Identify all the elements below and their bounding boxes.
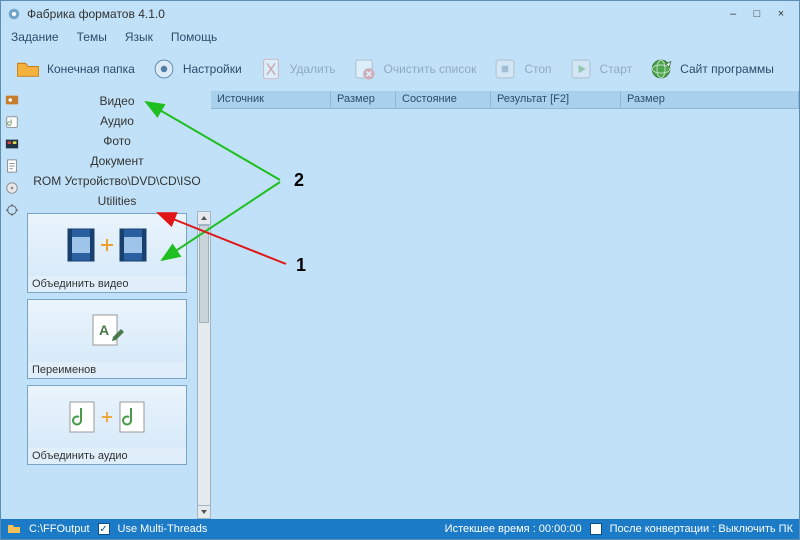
util-rename[interactable]: A Переименов <box>27 299 187 379</box>
delete-button[interactable]: Удалить <box>250 52 344 86</box>
delete-icon <box>258 56 284 82</box>
annotation-1: 1 <box>296 255 306 276</box>
svg-text:A: A <box>99 322 109 338</box>
col-result[interactable]: Результат [F2] <box>491 91 621 109</box>
col-source[interactable]: Источник <box>211 91 331 109</box>
multithreads-checkbox[interactable]: ✓ <box>98 523 110 535</box>
category-list: Видео Аудио Фото Документ ROM Устройство… <box>23 91 211 211</box>
body: Видео Аудио Фото Документ ROM Устройство… <box>1 91 799 519</box>
minimize-button[interactable]: – <box>721 5 745 23</box>
annotation-2: 2 <box>294 170 304 191</box>
category-utilities[interactable]: Utilities <box>23 191 211 211</box>
audio-icon[interactable] <box>5 115 19 129</box>
menu-language[interactable]: Язык <box>125 30 153 44</box>
filmstrip-icon <box>66 227 96 263</box>
folder-icon <box>15 56 41 82</box>
window-title: Фабрика форматов 4.1.0 <box>27 7 721 21</box>
settings-label: Настройки <box>183 62 242 76</box>
stop-label: Стоп <box>524 62 551 76</box>
document-icon[interactable] <box>5 159 19 173</box>
utilities-icon[interactable] <box>5 203 19 217</box>
toolbar: Конечная папка Настройки Удалить Очистит… <box>1 47 799 91</box>
website-label: Сайт программы <box>680 62 774 76</box>
start-label: Старт <box>600 62 633 76</box>
output-folder-label: Конечная папка <box>47 62 135 76</box>
filmstrip-icon <box>118 227 148 263</box>
output-folder-button[interactable]: Конечная папка <box>7 52 143 86</box>
app-window: Фабрика форматов 4.1.0 – □ × Задание Тем… <box>0 0 800 540</box>
clear-list-label: Очистить список <box>383 62 476 76</box>
afterconv-checkbox[interactable]: ✓ <box>590 523 602 535</box>
clear-list-icon <box>351 56 377 82</box>
audio-file-icon <box>117 400 147 434</box>
rename-icon: A <box>87 311 127 351</box>
gear-icon <box>151 56 177 82</box>
audio-file-icon <box>67 400 97 434</box>
video-icon[interactable] <box>5 93 19 107</box>
category-video[interactable]: Видео <box>23 91 211 111</box>
util-join-audio-label: Объединить аудио <box>28 448 186 464</box>
statusbar: C:\FFOutput ✓ Use Multi-Threads Истекшее… <box>1 519 799 539</box>
maximize-button[interactable]: □ <box>745 5 769 23</box>
globe-icon <box>648 56 674 82</box>
util-rename-label: Переименов <box>28 362 186 378</box>
elapsed-time: Истекшее время : 00:00:00 <box>445 523 582 535</box>
sidebar: Видео Аудио Фото Документ ROM Устройство… <box>23 91 211 519</box>
col-size1[interactable]: Размер <box>331 91 396 109</box>
disc-icon[interactable] <box>5 181 19 195</box>
col-size2[interactable]: Размер <box>621 91 799 109</box>
util-join-video[interactable]: Объединить видео <box>27 213 187 293</box>
col-state[interactable]: Состояние <box>396 91 491 109</box>
app-icon <box>7 7 21 21</box>
util-join-audio[interactable]: Объединить аудио <box>27 385 187 465</box>
clear-list-button[interactable]: Очистить список <box>343 52 484 86</box>
utility-thumbnails: Объединить видео A Переименов Объединить… <box>23 211 211 519</box>
settings-button[interactable]: Настройки <box>143 52 250 86</box>
start-button[interactable]: Старт <box>560 52 641 86</box>
menubar: Задание Темы Язык Помощь <box>1 27 799 47</box>
scrollbar-track[interactable] <box>197 225 211 505</box>
category-rom[interactable]: ROM Устройство\DVD\CD\ISO <box>23 171 211 191</box>
scrollbar-thumb[interactable] <box>199 225 209 323</box>
menu-themes[interactable]: Темы <box>77 30 107 44</box>
menu-task[interactable]: Задание <box>11 30 59 44</box>
afterconv-label: После конвертации : Выключить ПК <box>610 523 793 535</box>
website-button[interactable]: Сайт программы <box>640 52 782 86</box>
category-iconbar <box>1 91 23 519</box>
category-photo[interactable]: Фото <box>23 131 211 151</box>
titlebar: Фабрика форматов 4.1.0 – □ × <box>1 1 799 27</box>
photo-icon[interactable] <box>5 137 19 151</box>
category-document[interactable]: Документ <box>23 151 211 171</box>
folder-small-icon <box>7 522 21 537</box>
output-path[interactable]: C:\FFOutput <box>29 523 90 535</box>
delete-label: Удалить <box>290 62 336 76</box>
util-join-video-label: Объединить видео <box>28 276 186 292</box>
stop-button[interactable]: Стоп <box>484 52 559 86</box>
menu-help[interactable]: Помощь <box>171 30 217 44</box>
column-headers: Источник Размер Состояние Результат [F2]… <box>211 91 799 109</box>
plus-icon <box>100 238 114 252</box>
stop-icon <box>492 56 518 82</box>
plus-icon <box>101 411 113 423</box>
category-audio[interactable]: Аудио <box>23 111 211 131</box>
multithreads-label: Use Multi-Threads <box>118 523 208 535</box>
scroll-down-button[interactable] <box>197 505 211 519</box>
play-icon <box>568 56 594 82</box>
scroll-up-button[interactable] <box>197 211 211 225</box>
close-button[interactable]: × <box>769 5 793 23</box>
file-list-area: Источник Размер Состояние Результат [F2]… <box>211 91 799 519</box>
